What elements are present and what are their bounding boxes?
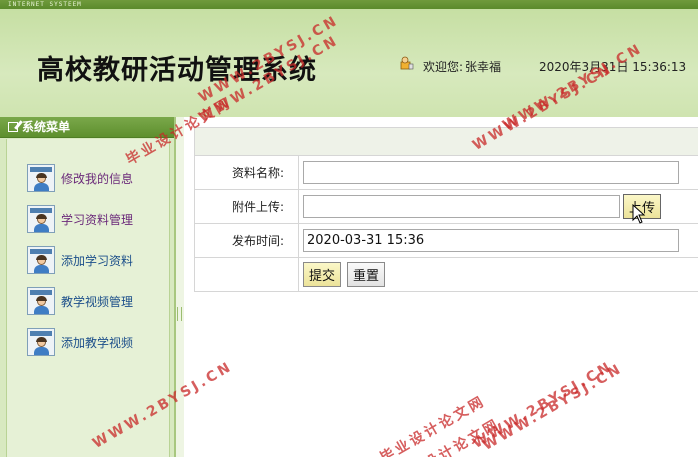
welcome-text: 欢迎您: 张幸福 (421, 58, 501, 75)
material-form: 资料名称: 附件上传: 上传 发布时间: 提交重置 (194, 127, 698, 292)
material-name-input[interactable] (303, 161, 679, 184)
menu-item-edit-profile[interactable]: 修改我的信息 (27, 163, 133, 193)
username: 张幸福 (465, 60, 502, 74)
reset-button[interactable]: 重置 (347, 262, 386, 287)
system-title: 高校教研活动管理系统 (37, 55, 317, 86)
edit-icon (8, 122, 18, 132)
system-top-strip: INTERNET SYSTEEM (0, 0, 698, 9)
publish-time-input[interactable] (303, 229, 679, 252)
menu-item-label: 学习资料管理 (61, 212, 134, 227)
menu-item-add-teaching-video[interactable]: 添加教学视频 (27, 327, 133, 357)
menu-item-label: 修改我的信息 (61, 171, 134, 186)
form-row-attachment: 附件上传: 上传 (194, 189, 698, 224)
field-label: 发布时间: (194, 223, 299, 258)
main-content: 资料名称: 附件上传: 上传 发布时间: 提交重置 (184, 117, 698, 457)
page-header: 高校教研活动管理系统 欢迎您: 张幸福 2020年3月31日 15:36:13 (0, 9, 698, 117)
sidebar: 系统菜单 修改我的信息 学习资料管理 添加学习资料 教学视频管理 添加教学视频 (0, 117, 176, 457)
user-avatar-icon (27, 205, 55, 233)
user-avatar-icon (27, 328, 55, 356)
user-avatar-icon (27, 287, 55, 315)
current-datetime: 2020年3月31日 15:36:13 (539, 60, 687, 74)
form-row-name: 资料名称: (194, 155, 698, 190)
menu-item-teaching-video-manage[interactable]: 教学视频管理 (27, 286, 133, 316)
form-header-row (194, 127, 698, 156)
sidebar-splitter[interactable] (176, 117, 184, 457)
menu-item-label: 添加教学视频 (61, 335, 134, 350)
field-label: 资料名称: (194, 155, 299, 190)
menu-heading: 系统菜单 (0, 117, 174, 138)
menu-item-study-material-manage[interactable]: 学习资料管理 (27, 204, 133, 234)
submit-button[interactable]: 提交 (303, 262, 342, 287)
menu-item-label: 教学视频管理 (61, 294, 134, 309)
welcome-label: 欢迎您: (423, 60, 464, 74)
user-avatar-icon (27, 164, 55, 192)
menu-item-label: 添加学习资料 (61, 253, 134, 268)
menu-list: 修改我的信息 学习资料管理 添加学习资料 教学视频管理 添加教学视频 (6, 139, 170, 457)
form-row-publish-time: 发布时间: (194, 223, 698, 258)
menu-item-add-study-material[interactable]: 添加学习资料 (27, 245, 133, 275)
mouse-cursor-icon (632, 204, 646, 224)
user-icon (400, 56, 414, 70)
menu-heading-label: 系统菜单 (22, 120, 71, 134)
form-row-actions: 提交 重置 (194, 257, 698, 292)
user-avatar-icon (27, 246, 55, 274)
splitter-grip[interactable] (177, 307, 182, 321)
attachment-input[interactable] (303, 195, 620, 218)
field-label: 附件上传: (194, 189, 299, 224)
